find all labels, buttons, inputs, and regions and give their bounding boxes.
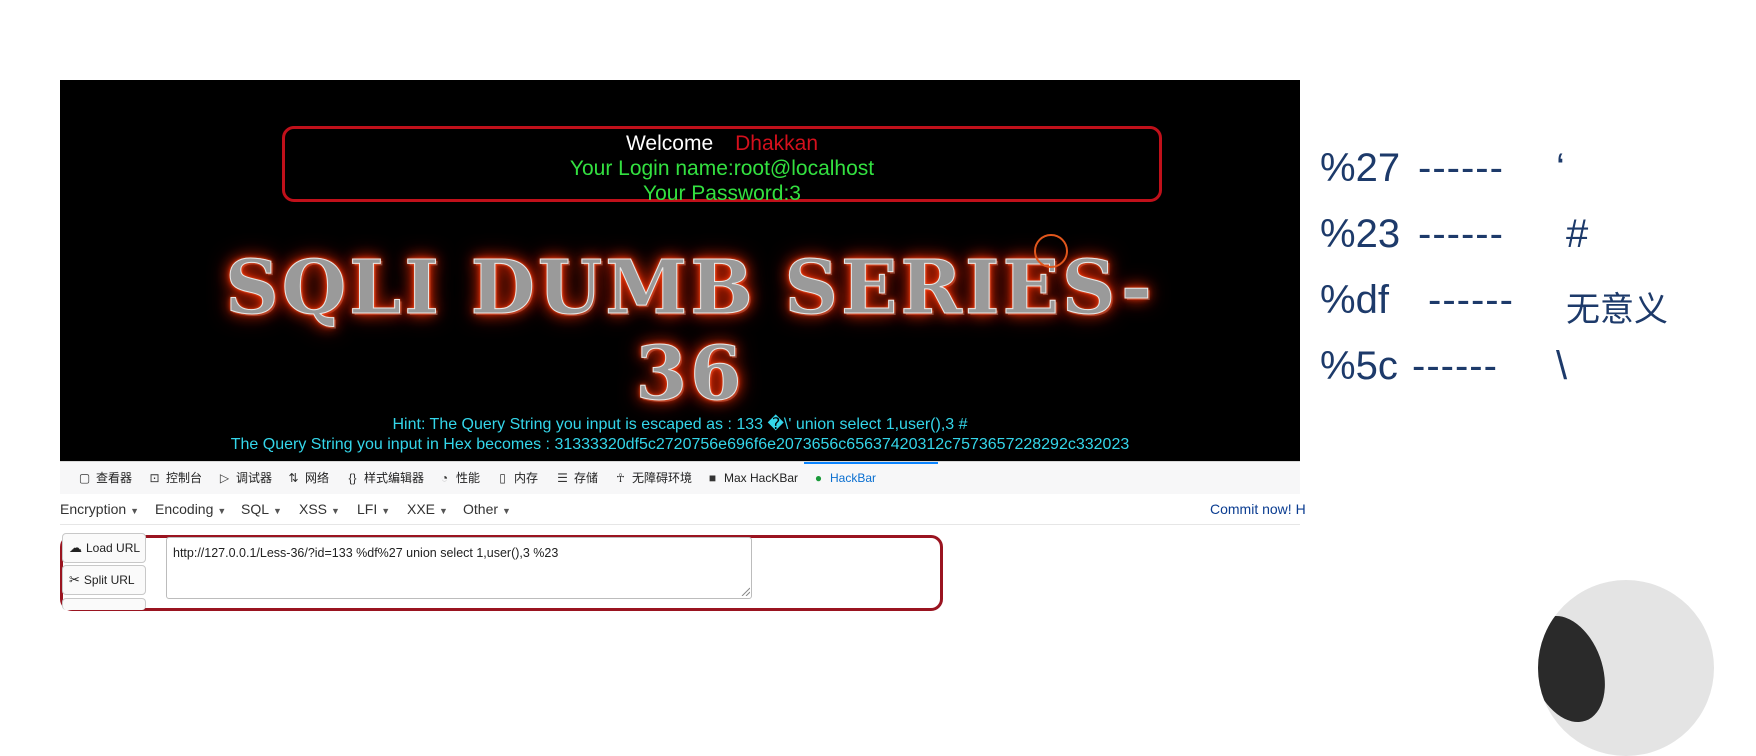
note-dash: ------ <box>1418 146 1504 190</box>
url-input[interactable]: http://127.0.0.1/Less-36/?id=133 %df%27 … <box>166 537 752 599</box>
memory-icon: ▯ <box>499 471 506 485</box>
cloud-download-icon: ☁ <box>69 540 82 555</box>
welcome-name: Dhakkan <box>735 132 819 155</box>
hex-text: The Query String you input in Hex become… <box>230 436 1130 453</box>
split-url-label: Split URL <box>83 573 135 587</box>
tab-storage[interactable]: ☰ 存储 <box>556 462 598 494</box>
menu-encoding[interactable]: Encoding ▼ <box>155 494 226 524</box>
tab-debugger[interactable]: ▷ 调试器 <box>218 462 272 494</box>
menu-encryption[interactable]: Encryption ▼ <box>60 494 139 524</box>
menu-other[interactable]: Other ▼ <box>463 494 511 524</box>
tab-label: 调试器 <box>236 471 273 485</box>
cursor-ring-icon <box>1034 234 1068 268</box>
chevron-down-icon: ▼ <box>273 506 282 516</box>
execute-button[interactable] <box>62 598 146 610</box>
hackbar-icon: ● <box>814 471 823 485</box>
note-code: %5c <box>1320 344 1398 388</box>
performance-icon: ◔ <box>440 471 449 485</box>
tab-style-editor[interactable]: {} 样式编辑器 <box>346 462 424 494</box>
scissors-icon: ✂ <box>69 572 80 587</box>
chevron-down-icon: ▼ <box>331 506 340 516</box>
tab-label: 存储 <box>574 471 599 485</box>
note-code: %23 <box>1320 212 1401 256</box>
menu-lfi[interactable]: LFI ▼ <box>357 494 390 524</box>
menu-label: LFI <box>357 501 378 517</box>
password-text: Your Password:3 <box>643 182 801 205</box>
note-char: ‘ <box>1556 146 1565 190</box>
menu-label: Encoding <box>155 501 214 517</box>
avatar-figure <box>1538 605 1619 733</box>
tab-label: 内存 <box>514 471 539 485</box>
load-url-button[interactable]: ☁ Load URL <box>62 533 146 563</box>
hackbar-menu: Encryption ▼ Encoding ▼ SQL ▼ XSS ▼ LFI ▼ XXE… <box>60 494 1306 525</box>
menu-label: Encryption <box>60 501 127 517</box>
tab-inspector[interactable]: ▢ 查看器 <box>78 462 132 494</box>
browser-page: Welcome Dhakkan Your Login name:root@loca… <box>60 80 1300 461</box>
note-char: 无意义 <box>1566 291 1668 329</box>
tab-performance[interactable]: ◔ 性能 <box>438 462 480 494</box>
tab-label: 查看器 <box>96 471 133 485</box>
hint-text: Hint: The Query String you input is esca… <box>392 416 968 433</box>
menu-label: Other <box>463 501 499 517</box>
network-icon: ⇅ <box>288 471 299 485</box>
tab-label: 控制台 <box>166 471 203 485</box>
menu-label: XXE <box>407 501 436 517</box>
tab-label: HackBar <box>830 471 877 485</box>
login-name-text: Your Login name:root@localhost <box>569 157 875 180</box>
debugger-icon: ▷ <box>219 471 230 485</box>
style-editor-icon: {} <box>348 471 357 485</box>
tab-console[interactable]: ⊡ 控制台 <box>148 462 202 494</box>
inspector-icon: ▢ <box>78 471 91 485</box>
chevron-down-icon: ▼ <box>439 506 448 516</box>
series-banner: SQLI DUMB SERIES-36 <box>225 245 1155 418</box>
menu-xss[interactable]: XSS ▼ <box>299 494 340 524</box>
tab-label: 网络 <box>305 471 330 485</box>
note-dash: ------ <box>1428 278 1514 322</box>
note-code: %df <box>1320 278 1389 322</box>
menu-label: XSS <box>299 501 328 517</box>
welcome-box: Welcome Dhakkan Your Login name:root@loca… <box>282 126 1162 205</box>
split-url-button[interactable]: ✂ Split URL <box>62 565 146 595</box>
menu-label: SQL <box>241 501 270 517</box>
chevron-down-icon: ▼ <box>130 506 140 516</box>
tab-label: Max HacKBar <box>724 471 799 485</box>
tab-network[interactable]: ⇅ 网络 <box>287 462 329 494</box>
welcome-line: Welcome Dhakkan <box>285 131 1159 156</box>
load-url-label: Load URL <box>86 541 141 555</box>
tab-memory[interactable]: ▯ 内存 <box>496 462 538 494</box>
console-icon: ⊡ <box>149 471 160 485</box>
welcome-label: Welcome <box>625 132 714 155</box>
devtools-toolbar: ▢ 查看器 ⊡ 控制台 ▷ 调试器 ⇅ 网络 {} 样式编辑器 ◔ 性能 ▯ 内存 ☰ 存储 ☥… <box>60 461 1300 495</box>
chevron-down-icon: ▼ <box>217 506 227 516</box>
note-dash: ------ <box>1418 212 1504 256</box>
note-char: # <box>1566 212 1589 256</box>
note-dash: ------ <box>1412 344 1498 388</box>
tab-hackbar[interactable]: ● HackBar <box>812 462 876 494</box>
tab-max-hackbar[interactable]: ■ Max HacKBar <box>706 462 798 494</box>
note-code: %27 <box>1320 146 1401 190</box>
commit-link[interactable]: Commit now! H <box>1210 494 1306 524</box>
lock-icon: ■ <box>708 471 717 485</box>
presenter-avatar <box>1538 580 1714 756</box>
menu-sql[interactable]: SQL ▼ <box>241 494 282 524</box>
storage-icon: ☰ <box>557 471 568 485</box>
tab-label: 无障碍环境 <box>632 471 693 485</box>
note-char: \ <box>1556 344 1568 388</box>
chevron-down-icon: ▼ <box>381 506 391 516</box>
menu-xxe[interactable]: XXE ▼ <box>407 494 448 524</box>
tab-accessibility[interactable]: ☥ 无障碍环境 <box>614 462 692 494</box>
chevron-down-icon: ▼ <box>502 506 511 516</box>
tab-label: 性能 <box>456 471 481 485</box>
resize-grip-icon[interactable] <box>740 586 750 596</box>
accessibility-icon: ☥ <box>616 471 625 485</box>
tab-label: 样式编辑器 <box>364 471 425 485</box>
